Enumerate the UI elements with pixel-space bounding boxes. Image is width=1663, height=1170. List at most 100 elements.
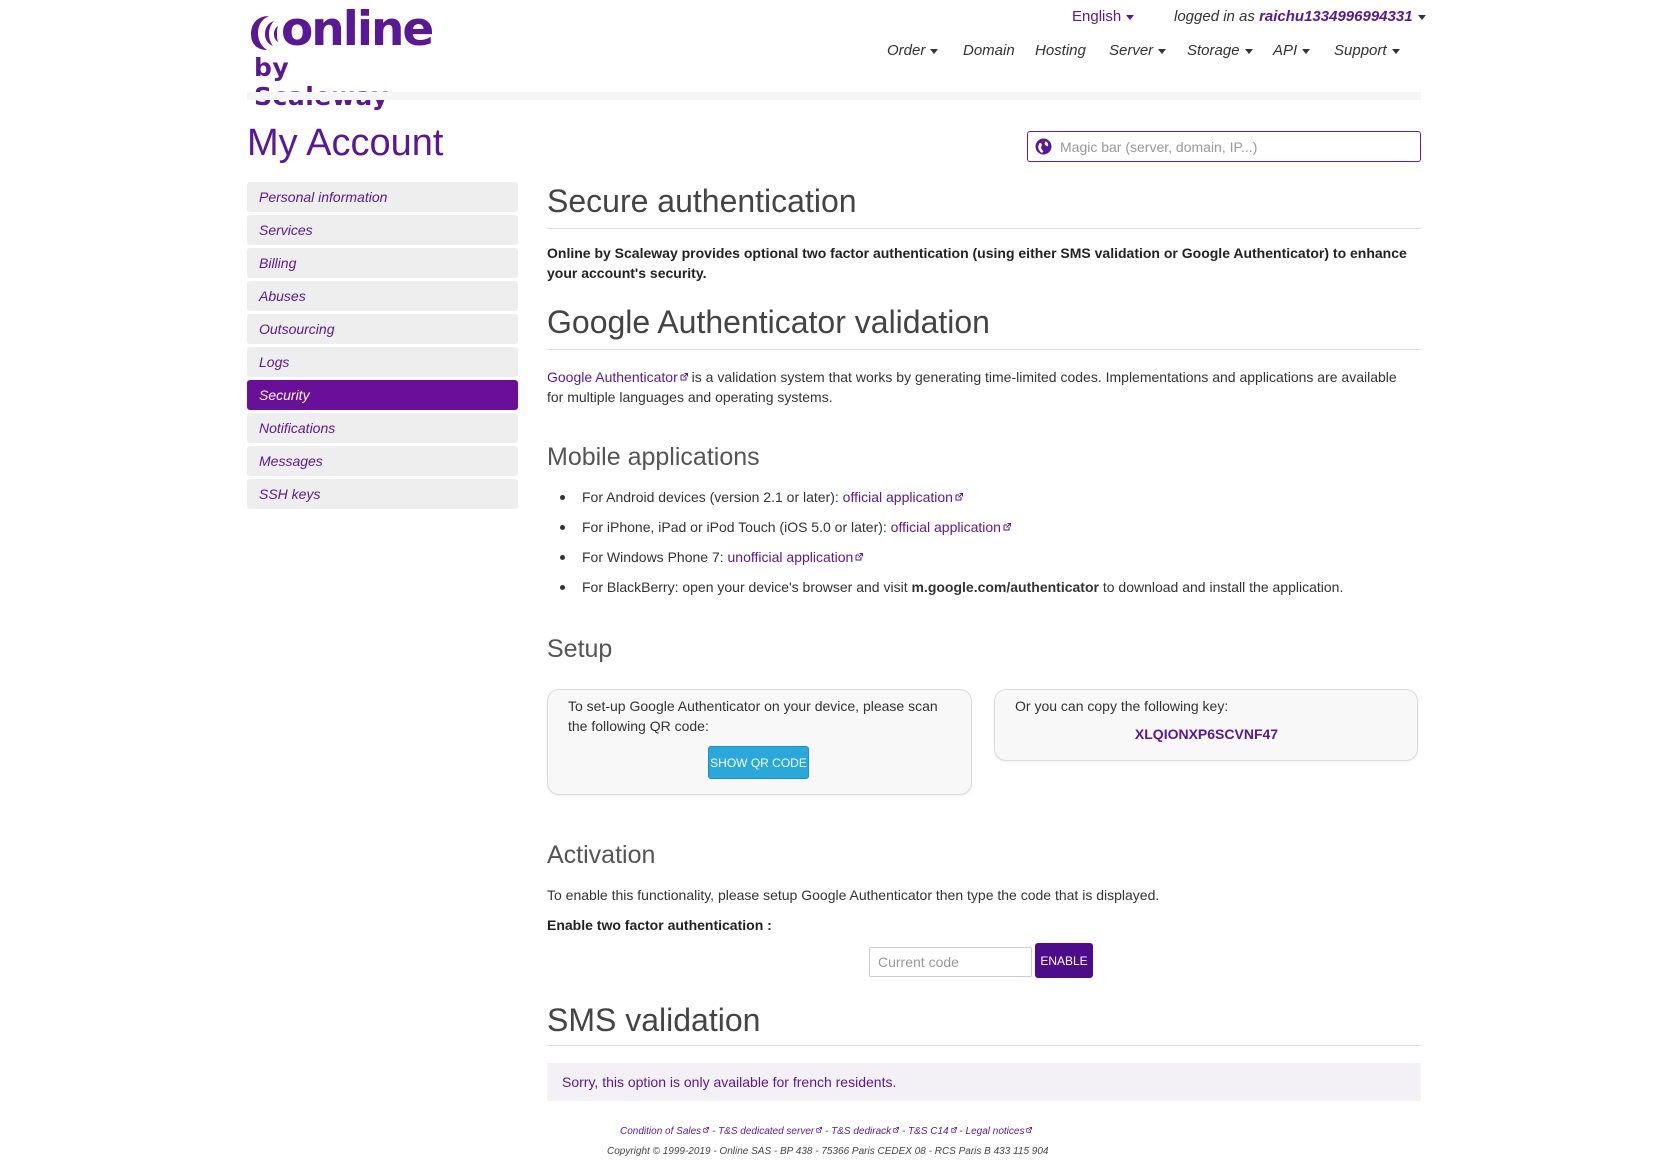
sidebar-item-messages[interactable]: Messages — [247, 446, 518, 476]
mobile-apps-heading: Mobile applications — [547, 443, 760, 471]
chevron-down-icon — [1391, 48, 1400, 54]
nav-api-label: API — [1273, 42, 1298, 59]
footer-separator: - — [822, 1126, 832, 1137]
current-code-input[interactable] — [869, 947, 1032, 977]
footer-separator: - — [956, 1126, 966, 1137]
user-dropdown[interactable]: logged in as raichu1334996994331 — [1174, 8, 1426, 25]
external-link-icon — [1003, 523, 1011, 531]
android-app-link-label: official application — [842, 489, 953, 505]
ios-app-link[interactable]: official application — [891, 519, 1011, 535]
sidebar-item-personal-information[interactable]: Personal information — [247, 182, 518, 212]
sidebar-item-security[interactable]: Security — [247, 380, 518, 410]
chevron-down-icon — [1244, 48, 1253, 54]
android-text: For Android devices (version 2.1 or late… — [582, 489, 843, 505]
nav-server[interactable]: Server — [1109, 42, 1167, 59]
footer-separator: - — [709, 1126, 719, 1137]
qr-instructions: To set-up Google Authenticator on your d… — [568, 696, 938, 736]
language-label: English — [1072, 8, 1122, 25]
sms-validation-heading: SMS validation — [547, 1002, 761, 1038]
divider — [547, 349, 1421, 350]
secret-key-value: XLQIONXP6SCVNF47 — [1134, 726, 1279, 742]
external-link-icon — [680, 373, 688, 381]
secure-auth-heading: Secure authentication — [547, 183, 857, 219]
enable-2fa-label: Enable two factor authentication : — [547, 917, 772, 933]
language-dropdown[interactable]: English — [1072, 8, 1135, 25]
footer-link-ts-dedicated-server[interactable]: T&S dedicated server — [718, 1126, 814, 1137]
google-authenticator-link[interactable]: Google Authenticator — [547, 369, 688, 385]
qr-instructions-line2: the following QR code: — [568, 718, 709, 734]
google-auth-desc-line2: for multiple languages and operating sys… — [547, 389, 833, 405]
nav-storage[interactable]: Storage — [1187, 42, 1253, 59]
nav-support[interactable]: Support — [1334, 42, 1400, 59]
external-link-icon — [955, 493, 963, 501]
nav-hosting[interactable]: Hosting — [1035, 42, 1086, 59]
google-auth-description: Google Authenticator is a validation sys… — [547, 367, 1421, 407]
list-item: For Windows Phone 7: unofficial applicat… — [560, 547, 1343, 577]
sidebar-item-billing[interactable]: Billing — [247, 248, 518, 278]
sidebar-item-outsourcing[interactable]: Outsourcing — [247, 314, 518, 344]
footer-link-condition-of-sales[interactable]: Condition of Sales — [620, 1126, 701, 1137]
sms-unavailable-notice: Sorry, this option is only available for… — [547, 1063, 1421, 1101]
sidebar-item-abuses[interactable]: Abuses — [247, 281, 518, 311]
footer-links: Condition of Sales - T&S dedicated serve… — [620, 1126, 1033, 1137]
sidebar-item-logs[interactable]: Logs — [247, 347, 518, 377]
secure-auth-intro: Online by Scaleway provides optional two… — [547, 245, 1407, 281]
windows-phone-text: For Windows Phone 7: — [582, 549, 728, 565]
sidebar-item-ssh-keys[interactable]: SSH keys — [247, 479, 518, 509]
header-divider — [247, 92, 1421, 100]
nav-api[interactable]: API — [1273, 42, 1311, 59]
footer-copyright: Copyright © 1999-2019 - Online SAS - BP … — [607, 1146, 1049, 1157]
secret-key-label: Or you can copy the following key: — [1015, 698, 1229, 714]
username: raichu1334996994331 — [1259, 8, 1413, 25]
sidebar-item-notifications[interactable]: Notifications — [247, 413, 518, 443]
android-app-link[interactable]: official application — [843, 489, 963, 505]
magic-bar[interactable] — [1027, 131, 1421, 162]
list-item: For Android devices (version 2.1 or late… — [560, 487, 1343, 517]
blackberry-text: For BlackBerry: open your device's brows… — [582, 579, 912, 595]
blackberry-url: m.google.com/authenticator — [911, 579, 1099, 595]
chevron-down-icon — [930, 48, 939, 54]
nav-domain[interactable]: Domain — [963, 42, 1015, 59]
list-item: For BlackBerry: open your device's brows… — [560, 577, 1343, 607]
nav-hosting-label: Hosting — [1035, 42, 1086, 59]
globe-icon — [1035, 138, 1052, 155]
footer-link-legal-notices[interactable]: Legal notices — [966, 1126, 1025, 1137]
setup-heading: Setup — [547, 635, 613, 663]
sidebar-item-services[interactable]: Services — [247, 215, 518, 245]
logged-in-label: logged in as — [1174, 8, 1255, 25]
page-title: My Account — [247, 122, 444, 164]
google-auth-desc-line1: is a validation system that works by gen… — [687, 369, 1397, 385]
divider — [547, 1045, 1421, 1046]
mobile-apps-list: For Android devices (version 2.1 or late… — [560, 487, 1343, 607]
activation-description: To enable this functionality, please set… — [547, 887, 1160, 903]
nav-storage-label: Storage — [1187, 42, 1240, 59]
nav-support-label: Support — [1334, 42, 1387, 59]
footer-link-ts-c14[interactable]: T&S C14 — [908, 1126, 949, 1137]
footer-separator: - — [899, 1126, 909, 1137]
list-item: For iPhone, iPad or iPod Touch (iOS 5.0 … — [560, 517, 1343, 547]
ios-text: For iPhone, iPad or iPod Touch (iOS 5.0 … — [582, 519, 891, 535]
enable-button[interactable]: ENABLE — [1035, 943, 1093, 978]
magic-bar-input[interactable] — [1060, 132, 1415, 161]
chevron-down-icon — [1126, 14, 1135, 20]
windows-phone-app-link-label: unofficial application — [727, 549, 854, 565]
nav-order[interactable]: Order — [887, 42, 939, 59]
google-authenticator-link-label: Google Authenticator — [547, 369, 678, 385]
account-sidebar: Personal information Services Billing Ab… — [247, 182, 518, 512]
qr-code-box: To set-up Google Authenticator on your d… — [547, 689, 972, 795]
nav-domain-label: Domain — [963, 42, 1015, 59]
chevron-down-icon — [1302, 48, 1311, 54]
windows-phone-app-link[interactable]: unofficial application — [728, 549, 864, 565]
divider — [547, 228, 1421, 229]
nav-order-label: Order — [887, 42, 926, 59]
main-navigation: Order Domain Hosting Server Storage API … — [0, 42, 1663, 62]
external-link-icon — [1026, 1127, 1033, 1133]
chevron-down-icon — [1417, 14, 1426, 20]
footer-link-ts-dedirack[interactable]: T&S dedirack — [831, 1126, 891, 1137]
nav-server-label: Server — [1109, 42, 1154, 59]
ios-app-link-label: official application — [890, 519, 1001, 535]
activation-heading: Activation — [547, 841, 656, 869]
chevron-down-icon — [1158, 48, 1167, 54]
external-link-icon — [855, 553, 864, 561]
show-qr-code-button[interactable]: SHOW QR CODE — [708, 746, 809, 779]
